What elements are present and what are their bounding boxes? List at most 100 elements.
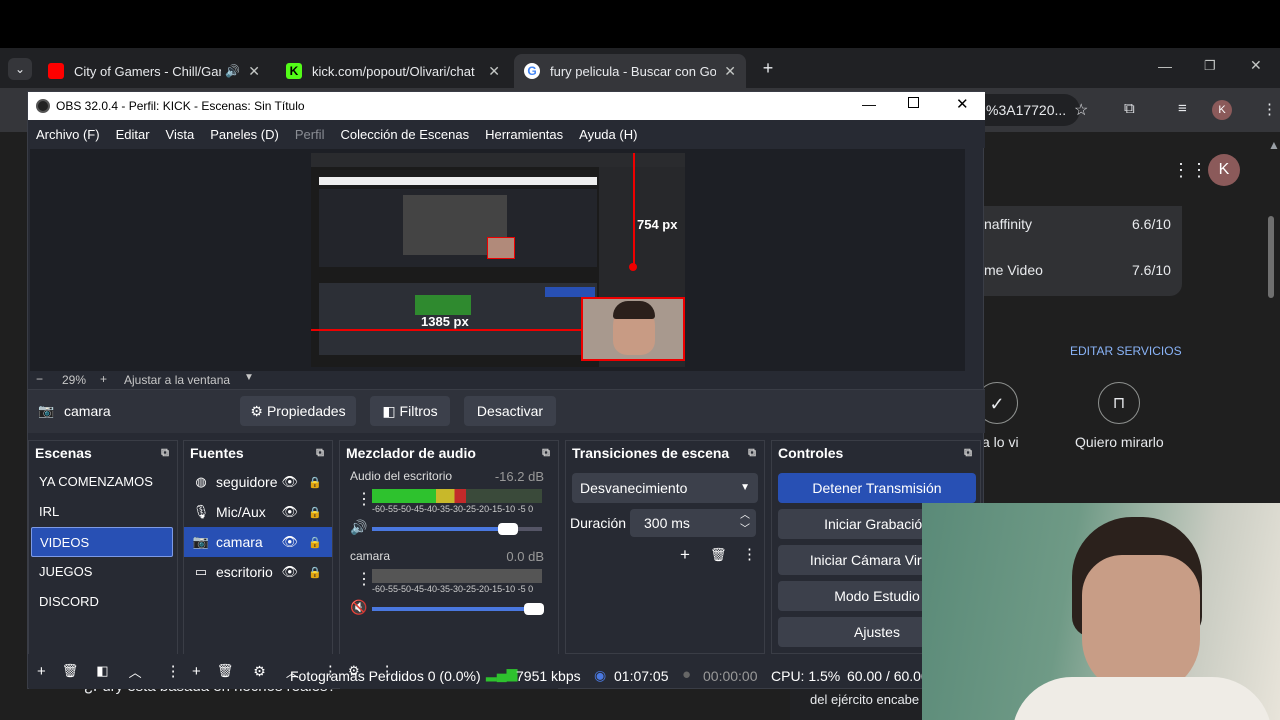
selected-camera-source[interactable] [581, 297, 685, 361]
stepper-arrows-icon[interactable]: ︿ ﹀ [740, 509, 750, 537]
close-tab-icon[interactable]: ✕ [488, 63, 500, 80]
person-face [1082, 555, 1200, 695]
menu-archivo[interactable]: Archivo (F) [36, 127, 100, 142]
browser-tab-city-of-gamers[interactable]: City of Gamers - Chill/Gami 🔊 ✕ [38, 54, 270, 88]
scene-item-selected[interactable]: VIDEOS [31, 527, 173, 557]
scene-item[interactable]: DISCORD [31, 587, 173, 617]
duration-stepper[interactable]: 300 ms ︿ ﹀ [630, 509, 756, 537]
menu-vista[interactable]: Vista [166, 127, 195, 142]
muted-speaker-icon[interactable]: 🔇 [350, 599, 367, 616]
lock-icon[interactable]: 🔒 [308, 506, 322, 519]
obs-maximize-icon[interactable] [908, 97, 919, 108]
rating-source-1[interactable]: naffinity [984, 216, 1032, 232]
lock-icon[interactable]: 🔒 [308, 536, 322, 549]
menu-coleccion-escenas[interactable]: Colección de Escenas [340, 127, 469, 142]
transition-select[interactable]: Desvanecimiento ▼ [572, 473, 758, 503]
menu-ayuda[interactable]: Ayuda (H) [579, 127, 637, 142]
speaker-icon[interactable]: 🔊 [350, 519, 367, 536]
gear-icon: ⚙ [250, 402, 263, 419]
visibility-eye-icon[interactable]: 👁 [281, 504, 298, 520]
scroll-up-icon[interactable]: ▲ [1268, 138, 1280, 152]
deactivate-button[interactable]: Desactivar [464, 396, 556, 426]
close-window-icon[interactable]: ✕ [1250, 57, 1262, 74]
undock-icon[interactable]: ⧉ [542, 447, 550, 460]
visibility-eye-icon[interactable]: 👁 [281, 534, 298, 550]
address-bar[interactable]: %3A17720... [980, 94, 1080, 126]
channel-menu-icon[interactable]: ⋮ [356, 489, 372, 509]
zoom-out-button[interactable]: − [36, 372, 43, 386]
speaker-icon[interactable]: 🔊 [225, 64, 240, 78]
minimize-window-icon[interactable]: — [1158, 58, 1172, 74]
lock-icon[interactable]: 🔒 [308, 566, 322, 579]
scene-item[interactable]: JUEGOS [31, 557, 173, 587]
undock-icon[interactable]: ⧉ [748, 447, 756, 460]
source-item[interactable]: ◍ seguidore 👁 🔒 [184, 467, 332, 497]
menu-herramientas[interactable]: Herramientas [485, 127, 563, 142]
height-measure-label: 1385 px [421, 314, 469, 329]
obs-window-title: OBS 32.0.4 - Perfil: KICK - Escenas: Sin… [56, 99, 305, 113]
undock-icon[interactable]: ⧉ [316, 447, 324, 460]
remove-transition-icon[interactable]: 🗑 [710, 547, 727, 563]
more-options-icon[interactable]: ⋮ [742, 545, 757, 563]
page-scrollbar[interactable] [1268, 216, 1274, 298]
obs-minimize-icon[interactable]: — [862, 96, 876, 112]
volume-slider-handle[interactable] [524, 603, 544, 615]
obs-preview[interactable]: 754 px 1385 px [30, 149, 965, 371]
close-tab-icon[interactable]: ✕ [248, 63, 260, 80]
bookmark-star-icon[interactable]: ☆ [1074, 100, 1088, 120]
edit-services-link[interactable]: EDITAR SERVICIOS [1070, 344, 1182, 358]
scene-item[interactable]: IRL [31, 497, 173, 527]
google-icon: G [524, 63, 540, 79]
preview-canvas[interactable]: 754 px 1385 px [311, 153, 685, 367]
profile-avatar[interactable]: K [1212, 100, 1232, 120]
obs-close-icon[interactable]: ✕ [956, 95, 969, 113]
properties-button[interactable]: ⚙ Propiedades [240, 396, 356, 426]
zoom-in-button[interactable]: + [100, 372, 107, 386]
source-item[interactable]: ▭ escritorio 👁 🔒 [184, 557, 332, 587]
lock-icon[interactable]: 🔒 [308, 476, 322, 489]
stop-streaming-button[interactable]: Detener Transmisión [778, 473, 976, 503]
volume-slider[interactable] [372, 523, 542, 535]
apps-grid-icon[interactable]: ⋮⋮ [1172, 160, 1208, 181]
visibility-eye-icon[interactable]: 👁 [281, 474, 298, 490]
nested-title-bar [319, 177, 597, 185]
microphone-icon: 🎙 [192, 504, 210, 519]
menu-paneles[interactable]: Paneles (D) [210, 127, 279, 142]
undock-icon[interactable]: ⧉ [161, 447, 169, 460]
source-item[interactable]: 🎙 Mic/Aux 👁 🔒 [184, 497, 332, 527]
browser-tab-kick-chat[interactable]: K kick.com/popout/Olivari/chat ✕ [276, 54, 510, 88]
scene-item[interactable]: YA COMENZAMOS [31, 467, 173, 497]
new-tab-button[interactable]: + [758, 56, 778, 80]
camera-icon: 📷 [38, 403, 55, 418]
close-tab-icon[interactable]: ✕ [724, 63, 736, 80]
volume-slider-fill [372, 523, 518, 535]
google-account-avatar[interactable]: K [1208, 154, 1240, 186]
tab-search-chevron-icon[interactable]: ⌄ [8, 58, 32, 80]
channel-menu-icon[interactable]: ⋮ [356, 569, 372, 589]
rating-source-2[interactable]: me Video [984, 262, 1043, 278]
zoom-dropdown-icon[interactable]: ▼ [244, 372, 254, 383]
menu-editar[interactable]: Editar [116, 127, 150, 142]
chrome-menu-icon[interactable]: ⋮ [1262, 100, 1277, 118]
media-control-icon[interactable]: ≡ [1178, 100, 1187, 117]
resize-handle[interactable] [629, 263, 637, 271]
bookmark-icon[interactable]: ⊓ [1098, 382, 1140, 424]
filters-button[interactable]: ◧ Filtros [370, 396, 450, 426]
undock-icon[interactable]: ⧉ [964, 447, 972, 460]
answer-snippet: del ejército encabe [810, 692, 920, 707]
restore-window-icon[interactable]: ❐ [1204, 58, 1216, 74]
filter-icon: ◧ [382, 402, 396, 419]
add-transition-icon[interactable]: + [680, 545, 690, 565]
transitions-header: Transiciones de escena ⧉ [572, 445, 756, 461]
menu-perfil[interactable]: Perfil [295, 127, 325, 142]
volume-slider-handle[interactable] [498, 523, 518, 535]
extensions-icon[interactable]: ⧉ [1124, 100, 1135, 117]
scenes-header: Escenas ⧉ [35, 445, 169, 461]
fit-window-button[interactable]: Ajustar a la ventana [124, 373, 230, 387]
channel-db: 0.0 dB [506, 549, 544, 564]
source-item-selected[interactable]: 📷 camara 👁 🔒 [184, 527, 332, 557]
visibility-eye-icon[interactable]: 👁 [281, 564, 298, 580]
volume-slider[interactable] [372, 603, 544, 615]
volume-meter [372, 569, 542, 583]
browser-tab-fury-search[interactable]: G fury pelicula - Buscar con Goog ✕ [514, 54, 746, 88]
